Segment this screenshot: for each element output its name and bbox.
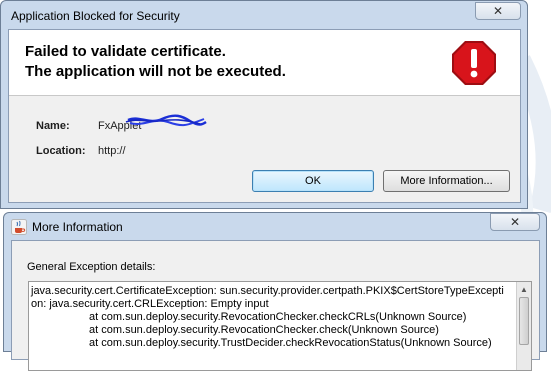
- ok-button[interactable]: OK: [252, 170, 374, 192]
- section-label: General Exception details:: [27, 261, 156, 273]
- exception-details-textarea[interactable]: java.security.cert.CertificateException:…: [28, 281, 532, 371]
- scroll-up-icon[interactable]: ▲: [520, 285, 528, 294]
- more-information-dialog: More Information ✕ General Exception det…: [3, 212, 547, 371]
- scrollbar-thumb[interactable]: [519, 297, 529, 345]
- more-information-button[interactable]: More Information...: [383, 170, 510, 192]
- vertical-scrollbar[interactable]: ▲: [516, 282, 531, 370]
- dialog-content: General Exception details: java.security…: [11, 240, 540, 371]
- name-label: Name:: [36, 120, 70, 132]
- close-icon: ✕: [492, 4, 504, 18]
- close-icon: ✕: [509, 215, 521, 229]
- dialog-title: Application Blocked for Security: [11, 9, 180, 23]
- details-line: at com.sun.deploy.security.TrustDecider.…: [89, 337, 492, 349]
- java-cup-icon: [11, 219, 27, 235]
- stop-sign-exclamation-icon: [452, 41, 496, 85]
- details-line: java.security.cert.CertificateException:…: [31, 285, 504, 297]
- location-label: Location:: [36, 145, 86, 157]
- details-line: at com.sun.deploy.security.RevocationChe…: [89, 311, 467, 323]
- location-value: http://: [98, 145, 126, 157]
- error-heading-line1: Failed to validate certificate.: [25, 43, 226, 60]
- dialog-title: More Information: [32, 220, 123, 234]
- close-button[interactable]: ✕: [475, 2, 521, 20]
- close-button[interactable]: ✕: [490, 213, 540, 231]
- message-banner: Failed to validate certificate. The appl…: [9, 30, 520, 96]
- dialog-content: Failed to validate certificate. The appl…: [8, 29, 521, 203]
- details-line: at com.sun.deploy.security.RevocationChe…: [89, 324, 439, 336]
- error-heading-line2: The application will not be executed.: [25, 63, 286, 80]
- details-line: on: java.security.cert.CRLException: Emp…: [31, 298, 269, 310]
- redaction-scribble: [125, 114, 207, 127]
- application-blocked-dialog: Application Blocked for Security ✕ Faile…: [0, 0, 528, 209]
